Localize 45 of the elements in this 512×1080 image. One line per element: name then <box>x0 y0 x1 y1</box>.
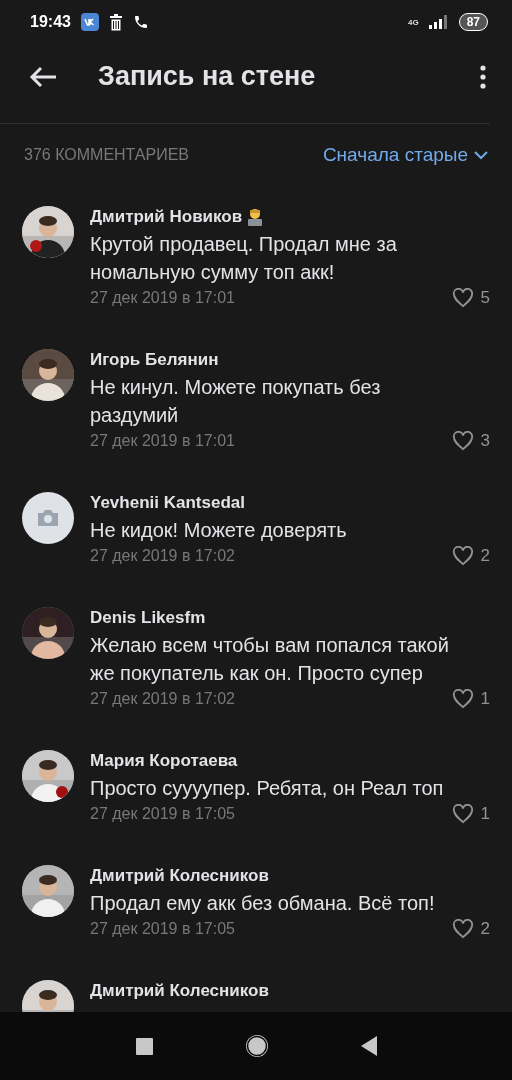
comment-date: 27 дек 2019 в 17:01 <box>90 289 235 307</box>
comment-date: 27 дек 2019 в 17:05 <box>90 920 235 938</box>
author-name[interactable]: Дмитрий Колесников <box>90 865 269 887</box>
more-icon <box>480 64 486 89</box>
comment-text: Не кинул. Можете покупать без раздумий <box>90 375 382 428</box>
chevron-down-icon <box>474 150 488 160</box>
comment-date: 27 дек 2019 в 17:02 <box>90 547 235 565</box>
camera-icon <box>36 508 60 528</box>
comment-date: 27 дек 2019 в 17:05 <box>90 805 235 823</box>
comment-text: Не кидок! Можете доверять <box>90 518 348 543</box>
signal-icon <box>428 15 449 29</box>
author-name[interactable]: Дмитрий Новиков <box>90 206 243 228</box>
page-title: Запись на стене <box>98 61 317 92</box>
trash-icon <box>108 13 123 31</box>
author-name[interactable]: Denis Likesfm <box>90 607 206 629</box>
comment-text: Просто суууупер. Ребята, он Реал топ <box>90 776 445 801</box>
like-button[interactable]: 1 <box>451 689 490 709</box>
like-button[interactable]: 1 <box>451 804 490 824</box>
vk-app-icon <box>80 13 99 31</box>
comment-text: Продал ему акк без обмана. Всё топ! <box>90 891 436 916</box>
comment-date: 27 дек 2019 в 17:02 <box>90 690 235 708</box>
network-type: 4G <box>407 17 419 27</box>
heart-icon <box>451 288 474 308</box>
like-button[interactable]: 2 <box>451 546 490 566</box>
author-name[interactable]: Yevhenii Kantsedal <box>90 492 245 514</box>
heart-icon <box>451 546 474 566</box>
avatar[interactable] <box>22 492 74 544</box>
battery-level: 87 <box>458 13 488 31</box>
comment-date: 27 дек 2019 в 17:01 <box>90 432 235 450</box>
author-name[interactable]: Дмитрий Колесников <box>90 980 269 1002</box>
heart-icon <box>451 431 474 451</box>
phone-icon <box>132 14 149 30</box>
sort-dropdown[interactable]: Сначала старые <box>322 144 488 166</box>
heart-icon <box>451 689 474 709</box>
clock: 19:43 <box>30 13 71 31</box>
like-button[interactable]: 2 <box>451 919 490 939</box>
comment-text: Крутой продавец. Продал мне за номальную сумму топ акк! <box>90 232 398 285</box>
like-button[interactable]: 5 <box>451 288 490 308</box>
heart-icon <box>451 919 474 939</box>
heart-icon <box>451 804 474 824</box>
author-name[interactable]: Мария Коротаева <box>90 750 238 772</box>
like-button[interactable]: 3 <box>451 431 490 451</box>
comment-count: 376 КОММЕНТАРИЕВ <box>24 146 190 164</box>
author-name[interactable]: Игорь Белянин <box>90 349 219 371</box>
comment-text: Желаю всем чтобы вам попался такой же покупатель как он. Просто супер <box>90 633 450 686</box>
